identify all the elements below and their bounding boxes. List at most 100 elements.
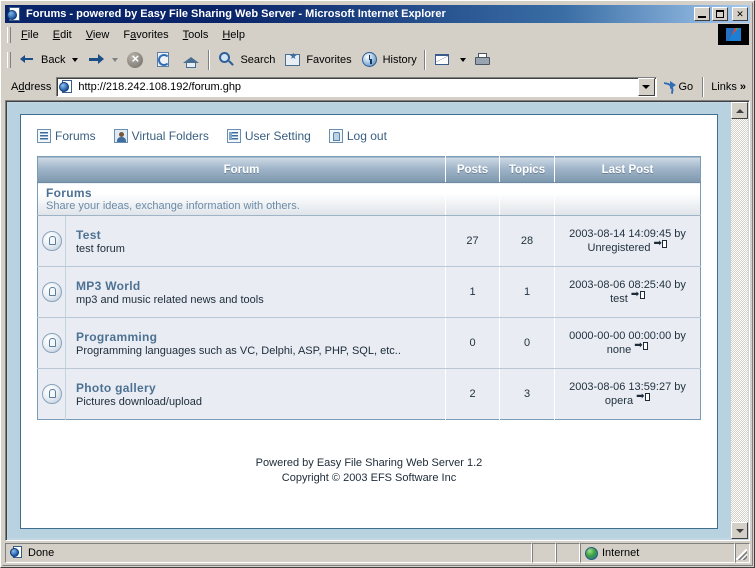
goto-post-icon[interactable] [636, 391, 651, 405]
menu-item-tools[interactable]: Tools [176, 26, 216, 44]
last-post-user: test [610, 293, 628, 305]
go-button-label: Go [678, 81, 694, 93]
forum-last-post: 2003-08-14 14:09:45 by Unregistered [554, 215, 701, 267]
category-info-cell: Forums Share your ideas, exchange inform… [37, 182, 446, 216]
mail-dropdown-icon[interactable] [459, 57, 466, 62]
back-arrow-icon [18, 50, 38, 70]
forum-folder-icon [41, 231, 62, 251]
menu-item-edit[interactable]: Edit [46, 26, 79, 44]
forum-description: Pictures download/upload [76, 395, 202, 408]
nav-item-user-setting-label: User Setting [244, 129, 311, 143]
minimize-button[interactable] [694, 7, 710, 21]
address-url-text: http://218.242.108.192/forum.ghp [78, 81, 242, 93]
table-row[interactable]: Programming Programming languages such a… [37, 317, 701, 369]
forward-arrow-icon [85, 50, 105, 70]
footer-powered-by: Powered by Easy File Sharing Web Server … [255, 457, 483, 469]
forum-name-cell: MP3 World mp3 and music related news and… [65, 266, 446, 318]
forum-description: mp3 and music related news and tools [76, 293, 264, 306]
category-last-post-cell [554, 182, 701, 216]
address-dropdown-button[interactable] [637, 78, 655, 96]
links-label: Links [711, 81, 737, 93]
scroll-up-button[interactable] [731, 102, 748, 119]
history-button[interactable]: History [356, 48, 421, 72]
forum-posts: 27 [445, 215, 500, 267]
address-input[interactable]: http://218.242.108.192/forum.ghp [56, 77, 657, 97]
printer-icon [473, 50, 493, 70]
status-pane-extra-1 [532, 543, 556, 563]
nav-item-forums-label: Forums [55, 129, 96, 143]
print-button[interactable] [469, 48, 497, 72]
nav-item-user-setting[interactable]: User Setting [226, 129, 311, 143]
forum-topics: 1 [499, 266, 555, 318]
category-title: Forums [46, 186, 92, 200]
address-label: Address [11, 81, 52, 93]
last-post-user: none [606, 344, 632, 356]
vertical-scrollbar[interactable] [731, 102, 748, 539]
page-globe-icon [7, 6, 23, 22]
forum-link[interactable]: Test [76, 228, 445, 242]
refresh-button[interactable] [149, 48, 177, 72]
nav-item-forums[interactable]: Forums [37, 129, 96, 143]
menu-item-view[interactable]: View [79, 26, 117, 44]
home-button[interactable] [177, 48, 205, 72]
forum-icon-cell [37, 266, 66, 318]
toolbar-grip-handle[interactable] [7, 51, 11, 68]
home-icon [181, 50, 201, 70]
window-inner-frame: Forums - powered by Easy File Sharing We… [2, 2, 753, 566]
back-dropdown-icon[interactable] [72, 57, 79, 62]
links-button[interactable]: Links » [707, 81, 750, 93]
last-post-date: 2003-08-14 14:09:45 by [569, 228, 686, 240]
go-button[interactable]: Go [657, 79, 700, 95]
forum-link[interactable]: Photo gallery [76, 381, 445, 395]
goto-post-icon[interactable] [634, 340, 649, 354]
forum-folder-icon [41, 333, 62, 353]
forum-topics: 3 [499, 368, 555, 420]
scroll-down-button[interactable] [731, 522, 748, 539]
table-row[interactable]: MP3 World mp3 and music related news and… [37, 266, 701, 318]
forum-topics: 0 [499, 317, 555, 369]
forum-last-post: 0000-00-00 00:00:00 by none [554, 317, 701, 369]
double-chevron-icon: » [739, 81, 746, 93]
person-icon [113, 129, 128, 143]
forum-link[interactable]: MP3 World [76, 279, 445, 293]
title-bar: Forums - powered by Easy File Sharing We… [5, 5, 750, 23]
menu-item-favorites[interactable]: Favorites [116, 26, 175, 44]
list-icon [37, 129, 51, 143]
forum-icon-cell [37, 215, 66, 267]
forum-link[interactable]: Programming [76, 330, 445, 344]
mail-button[interactable] [429, 48, 457, 72]
forum-name-cell: Programming Programming languages such a… [65, 317, 446, 369]
footer-copyright: Copyright © 2003 EFS Software Inc [281, 472, 457, 484]
status-bar: Done Internet [5, 543, 750, 563]
nav-item-virtual-folders[interactable]: Virtual Folders [113, 129, 209, 143]
menu-item-file[interactable]: File [14, 26, 46, 44]
close-button[interactable]: ✕ [732, 7, 748, 21]
stop-button[interactable] [121, 48, 149, 72]
history-icon [360, 50, 380, 70]
menu-grip-handle[interactable] [7, 26, 11, 43]
table-row[interactable]: Photo gallery Pictures download/upload 2… [37, 368, 701, 420]
menu-item-help[interactable]: Help [215, 26, 252, 44]
logout-icon [328, 129, 343, 143]
chevron-down-icon [735, 528, 744, 533]
last-post-date: 2003-08-06 08:25:40 by [569, 279, 686, 291]
resize-grip[interactable] [735, 543, 750, 563]
forward-button[interactable] [81, 48, 109, 72]
page-content-panel: Forums Virtual Folders User Setting Log … [20, 114, 718, 529]
forward-dropdown-icon[interactable] [112, 57, 119, 62]
nav-item-log-out[interactable]: Log out [328, 129, 387, 143]
back-button[interactable]: Back [14, 48, 69, 72]
goto-post-icon[interactable] [653, 238, 668, 252]
favorites-button[interactable]: Favorites [279, 48, 355, 72]
table-row[interactable]: Test test forum 27 28 2003-08-14 14:09:4… [37, 215, 701, 267]
maximize-button[interactable] [712, 7, 728, 21]
go-arrow-icon [661, 79, 677, 95]
status-message: Done [28, 547, 55, 559]
goto-post-icon[interactable] [631, 289, 645, 303]
security-zone-pane[interactable]: Internet [580, 543, 735, 563]
security-zone-label: Internet [602, 547, 640, 559]
web-page: Forums Virtual Folders User Setting Log … [8, 103, 731, 538]
favorites-button-label: Favorites [306, 53, 352, 66]
search-button[interactable]: Search [213, 48, 279, 72]
toolbar-separator-1 [208, 49, 211, 70]
